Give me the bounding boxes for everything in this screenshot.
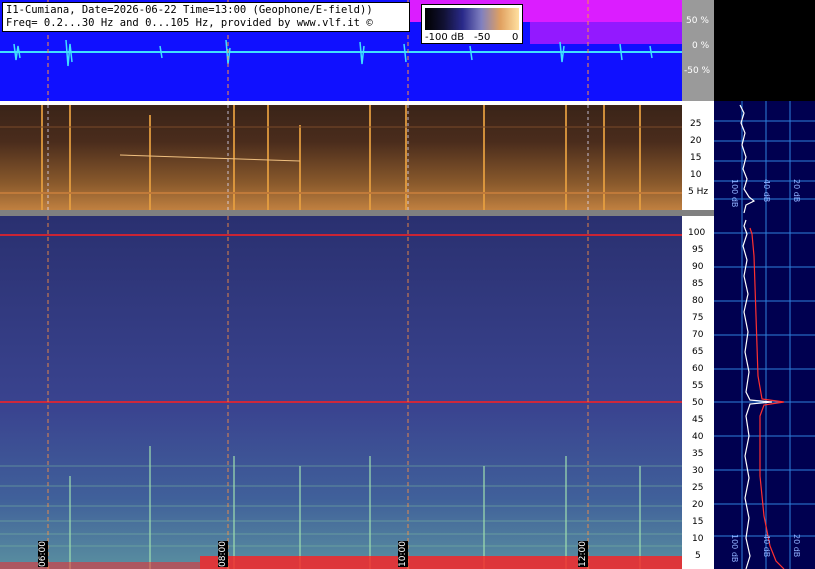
highfreq-tick: 60 (692, 364, 704, 374)
highfreq-tick: 65 (692, 347, 704, 357)
title-line-1: I1-Cumiana, Date=2026-06-22 Time=13:00 (… (6, 4, 373, 16)
chart-title-box: I1-Cumiana, Date=2026-06-22 Time=13:00 (… (2, 2, 410, 32)
highfreq-tick: 40 (692, 432, 704, 442)
time-marker: 06:00 (38, 541, 48, 567)
highfreq-tick: 95 (692, 245, 704, 255)
highfreq-spectrogram (0, 216, 682, 569)
lowfreq-streaks (0, 105, 682, 210)
title-line-2: Freq= 0.2...30 Hz and 0...105 Hz, provid… (6, 17, 373, 29)
waveform-tick: 0 % (692, 41, 710, 51)
lowfreq-tick: 20 (690, 136, 702, 146)
spectrum-bottom-grid (714, 216, 815, 569)
color-scale-legend: -100 dB -50 0 (421, 4, 523, 44)
spectrogram-viewer: I1-Cumiana, Date=2026-06-22 Time=13:00 (… (0, 0, 815, 569)
highfreq-tick: 100 (688, 228, 706, 238)
highfreq-scale: 100 95 90 85 80 75 70 65 60 55 50 45 40 … (682, 216, 714, 569)
highfreq-tick: 75 (692, 313, 704, 323)
highfreq-tick: 50 (692, 398, 704, 408)
waveform-scale: 50 % 0 % -50 % (682, 0, 714, 101)
spectrum-panel-bottom: 100 dB 40 dB 20 dB (714, 216, 815, 569)
lowfreq-tick: 5 Hz (688, 187, 709, 197)
legend-mid-label: -50 (474, 32, 491, 43)
spectrum-panel-top: 100 dB 40 dB 20 dB (714, 101, 815, 216)
highfreq-tick: 70 (692, 330, 704, 340)
time-marker: 10:00 (398, 541, 408, 567)
legend-max-label: 0 (512, 32, 519, 43)
lowfreq-scale: 25 20 15 10 5 Hz (682, 105, 714, 210)
spectrum-axis-label: 40 dB (762, 179, 771, 203)
highfreq-tick: 90 (692, 262, 704, 272)
highfreq-tick: 25 (692, 483, 704, 493)
highfreq-tick: 30 (692, 466, 704, 476)
waveform-tick: 50 % (686, 16, 709, 26)
lowfreq-tick: 15 (690, 153, 702, 163)
highfreq-tick: 5 (695, 551, 701, 561)
lowfreq-spectrogram (0, 105, 682, 210)
spectrum-axis-label: 20 dB (792, 179, 801, 203)
waveform-tick: -50 % (684, 66, 711, 76)
spectrum-axis-label: 100 dB (730, 179, 739, 208)
color-scale-bar (425, 8, 519, 30)
highfreq-tick: 15 (692, 517, 704, 527)
highfreq-tick: 35 (692, 449, 704, 459)
highfreq-tick: 55 (692, 381, 704, 391)
highfreq-tick: 20 (692, 500, 704, 510)
highfreq-tick: 80 (692, 296, 704, 306)
legend-min-label: -100 dB (425, 32, 465, 43)
spectrum-axis-label: 20 dB (792, 534, 801, 558)
time-marker: 12:00 (578, 541, 588, 567)
time-marker: 08:00 (218, 541, 228, 567)
highfreq-streaks (0, 216, 682, 569)
highfreq-tick: 45 (692, 415, 704, 425)
highfreq-tick: 10 (692, 534, 704, 544)
highfreq-tick: 85 (692, 279, 704, 289)
spectrum-axis-label: 40 dB (762, 534, 771, 558)
lowfreq-tick: 25 (690, 119, 702, 129)
lowfreq-tick: 10 (690, 170, 702, 180)
spectrum-axis-label: 100 dB (730, 534, 739, 563)
